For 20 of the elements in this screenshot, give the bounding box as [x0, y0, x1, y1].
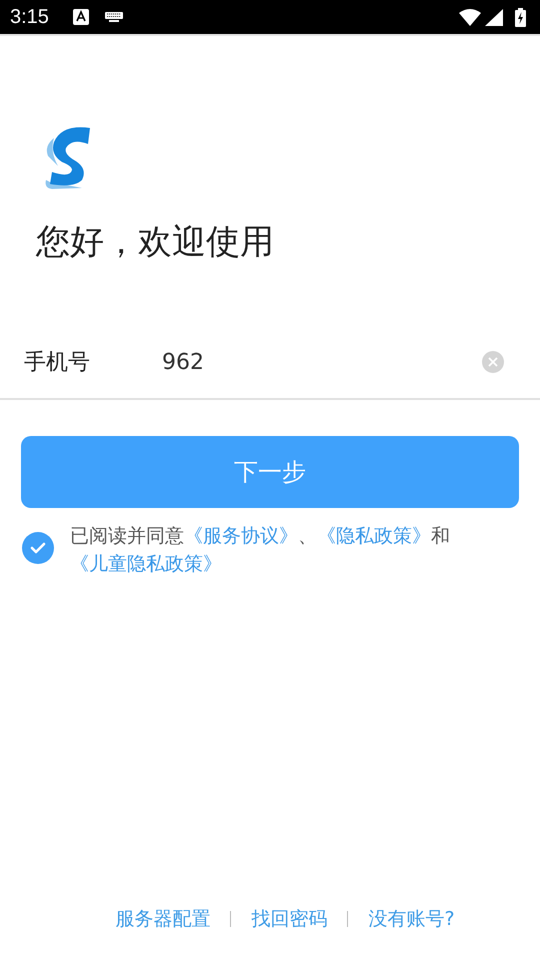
phone-input[interactable]: 962 — [162, 346, 482, 378]
next-button[interactable]: 下一步 — [21, 436, 519, 508]
footer-link[interactable]: 没有账号? — [368, 906, 455, 932]
battery-charging-icon — [515, 8, 526, 26]
greeting-title: 您好，欢迎使用 — [36, 221, 275, 264]
agreement-link[interactable]: 《服务协议》 — [184, 525, 298, 547]
agreement-link[interactable]: 《儿童隐私政策》 — [70, 553, 222, 575]
footer-link[interactable]: 找回密码 — [251, 906, 328, 932]
keyboard-icon — [104, 12, 123, 22]
phone-label: 手机号 — [24, 349, 91, 377]
input-method-icon — [72, 9, 89, 25]
agreement-checkbox[interactable] — [22, 532, 54, 564]
wifi-icon — [459, 8, 481, 26]
footer-link[interactable]: 服务器配置 — [115, 906, 210, 932]
agreement-text: 已阅读并同意《服务协议》、《隐私政策》和 《儿童隐私政策》 — [70, 524, 451, 577]
status-time: 3:15 — [10, 6, 49, 28]
check-icon — [30, 542, 46, 554]
signal-icon — [485, 8, 503, 26]
clear-icon[interactable] — [482, 351, 504, 373]
agreement-link[interactable]: 《隐私政策》 — [317, 525, 431, 547]
